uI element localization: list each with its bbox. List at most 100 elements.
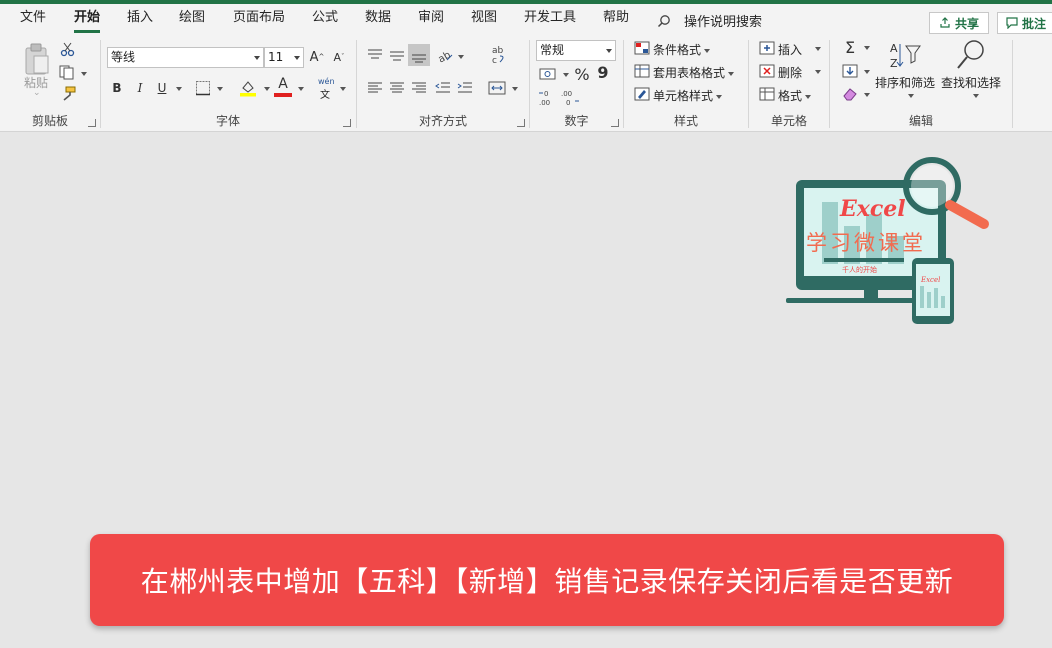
fill-color-icon[interactable]: [239, 79, 257, 97]
tab-page-layout[interactable]: 页面布局: [233, 9, 285, 33]
increase-decimal-icon[interactable]: 0.00: [538, 88, 558, 106]
font-color-icon[interactable]: A: [275, 76, 291, 92]
tab-draw[interactable]: 绘图: [179, 9, 205, 33]
paste-dropdown-icon[interactable]: ⌄: [33, 88, 41, 98]
conditional-format-icon[interactable]: [634, 41, 650, 55]
font-color-bar: [274, 93, 292, 97]
wrap-text-icon[interactable]: abc: [490, 44, 508, 66]
format-as-table-icon[interactable]: [634, 64, 650, 78]
decrease-indent-icon[interactable]: [435, 81, 451, 95]
decrease-decimal-icon[interactable]: .000: [560, 88, 580, 106]
find-dropdown-icon[interactable]: [973, 94, 979, 98]
italic-button[interactable]: I: [132, 79, 148, 97]
conditional-format-button[interactable]: 条件格式: [653, 41, 711, 58]
logo-subtitle: 学习微课堂: [806, 231, 926, 255]
format-cells-label: 格式: [778, 89, 803, 103]
cut-icon[interactable]: [60, 41, 76, 57]
svg-text:0: 0: [544, 90, 548, 98]
copy-dropdown-icon[interactable]: [81, 72, 87, 76]
number-format-combo[interactable]: 常规: [536, 40, 616, 61]
orientation-icon[interactable]: ab: [436, 47, 454, 63]
cell-styles-icon[interactable]: [634, 87, 650, 101]
align-center-icon[interactable]: [389, 81, 405, 95]
insert-cells-button[interactable]: 插入: [778, 41, 802, 58]
phonetic-guide-icon[interactable]: 文: [320, 86, 330, 101]
tell-me-search[interactable]: 操作说明搜索: [684, 11, 762, 30]
merge-center-icon[interactable]: [488, 80, 506, 96]
increase-indent-icon[interactable]: [457, 81, 473, 95]
logo-small-text: 千人的开始: [842, 265, 877, 274]
align-middle-icon[interactable]: [389, 48, 405, 62]
autosum-icon[interactable]: Σ: [842, 38, 858, 57]
insert-dropdown-icon[interactable]: [815, 47, 821, 51]
borders-icon[interactable]: [195, 80, 211, 96]
cell-styles-button[interactable]: 单元格样式: [653, 87, 723, 104]
underline-button[interactable]: U: [154, 79, 170, 97]
tab-formulas[interactable]: 公式: [312, 9, 338, 33]
phonetic-dropdown-icon[interactable]: [340, 87, 346, 91]
align-bottom-icon[interactable]: [411, 49, 427, 63]
format-painter-icon[interactable]: [60, 86, 76, 102]
fill-icon[interactable]: [842, 64, 858, 78]
comma-style-icon[interactable]: 9: [596, 63, 610, 82]
increase-font-icon[interactable]: A ^: [308, 48, 326, 66]
align-top-icon[interactable]: [367, 48, 383, 62]
group-number: 常规 % 9 0.00 .00 0 数字: [530, 36, 623, 132]
fill-color-dropdown-icon[interactable]: [264, 87, 270, 91]
borders-dropdown-icon[interactable]: [217, 87, 223, 91]
tab-review[interactable]: 审阅: [418, 9, 444, 33]
format-cells-icon[interactable]: [759, 87, 775, 101]
tab-insert[interactable]: 插入: [127, 9, 153, 33]
tab-home[interactable]: 开始: [74, 9, 101, 33]
delete-cells-button[interactable]: 删除: [778, 64, 802, 81]
insert-cells-icon[interactable]: [759, 41, 775, 55]
styles-group-label: 样式: [673, 114, 698, 128]
format-as-table-button[interactable]: 套用表格格式: [653, 64, 735, 81]
clear-icon[interactable]: [842, 87, 858, 101]
orientation-dropdown-icon[interactable]: [458, 55, 464, 59]
alignment-launcher-icon[interactable]: [517, 119, 525, 127]
copy-icon[interactable]: [58, 64, 76, 80]
merge-dropdown-icon[interactable]: [512, 87, 518, 91]
format-cells-button[interactable]: 格式: [778, 87, 812, 104]
delete-dropdown-icon[interactable]: [815, 70, 821, 74]
font-size-combo[interactable]: 11: [264, 47, 304, 68]
percent-style-icon[interactable]: %: [572, 65, 592, 84]
phonetic-guide-top[interactable]: wén: [318, 77, 335, 86]
tab-data[interactable]: 数据: [365, 9, 391, 33]
underline-dropdown-icon[interactable]: [176, 87, 182, 91]
delete-cells-icon[interactable]: [759, 64, 775, 78]
clipboard-launcher-icon[interactable]: [88, 119, 96, 127]
tab-developer[interactable]: 开发工具: [524, 9, 576, 33]
font-name-combo[interactable]: 等线: [107, 47, 264, 68]
font-name-value: 等线: [111, 50, 136, 64]
editing-group-label: 编辑: [908, 114, 933, 128]
number-format-value: 常规: [540, 43, 565, 57]
font-color-dropdown-icon[interactable]: [298, 87, 304, 91]
share-button[interactable]: 共享: [929, 12, 989, 34]
tab-help[interactable]: 帮助: [603, 9, 629, 33]
sort-filter-icon[interactable]: AZ: [888, 40, 922, 72]
decrease-font-icon[interactable]: Aˇ: [330, 48, 348, 66]
fill-dropdown-icon[interactable]: [864, 70, 870, 74]
sort-dropdown-icon[interactable]: [908, 94, 914, 98]
sort-filter-button[interactable]: 排序和筛选: [875, 74, 935, 91]
bold-button[interactable]: B: [109, 79, 125, 97]
paste-icon[interactable]: [22, 42, 52, 76]
tab-file[interactable]: 文件: [20, 9, 46, 33]
search-icon[interactable]: [657, 14, 671, 28]
magnifier-lens: [911, 165, 953, 207]
accounting-dropdown-icon[interactable]: [563, 73, 569, 77]
find-select-icon[interactable]: [955, 38, 987, 72]
tab-view[interactable]: 视图: [471, 9, 497, 33]
share-label: 共享: [954, 16, 979, 31]
align-right-icon[interactable]: [411, 81, 427, 95]
comments-button[interactable]: 批注: [997, 12, 1052, 34]
accounting-format-icon[interactable]: [539, 66, 557, 82]
font-launcher-icon[interactable]: [343, 119, 351, 127]
align-left-icon[interactable]: [367, 81, 383, 95]
clear-dropdown-icon[interactable]: [864, 93, 870, 97]
autosum-dropdown-icon[interactable]: [864, 46, 870, 50]
find-select-button[interactable]: 查找和选择: [941, 74, 1001, 91]
number-launcher-icon[interactable]: [611, 119, 619, 127]
